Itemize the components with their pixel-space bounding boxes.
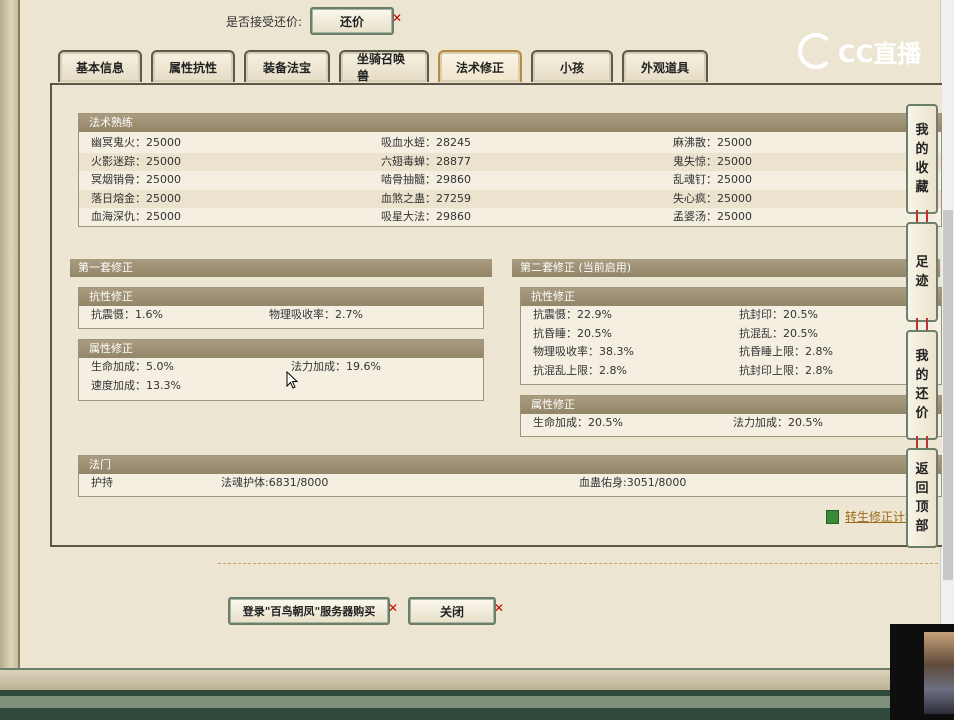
set1-attr-box: 属性修正 生命加成：5.0% 法力加成：19.6% 速度加成：13.3% [78, 339, 484, 401]
close-mark-icon: ✕ [493, 601, 504, 615]
skill-row: 冥烟销骨：25000 啮骨抽髓：29860 乱魂钉：25000 [91, 173, 752, 186]
tab-appearance[interactable]: 外观道具 [622, 50, 708, 82]
sidebar-connector [916, 318, 928, 330]
skill-row: 血海深仇：25000 吸星大法：29860 孟婆汤：25000 [91, 210, 752, 223]
set1-title: 第一套修正 [70, 259, 492, 277]
accept-bid-label: 是否接受还价: [226, 14, 303, 29]
mouse-cursor-icon [286, 371, 298, 389]
tab-spell-correction[interactable]: 法术修正 [438, 50, 522, 82]
close-mark-icon: ✕ [391, 11, 403, 25]
skill-row: 落日熔金：25000 血煞之蛊：27259 失心疯：25000 [79, 189, 941, 208]
tab-attributes[interactable]: 属性抗性 [151, 50, 235, 82]
frame-bottom-border [0, 668, 954, 692]
close-mark-icon: ✕ [387, 601, 398, 615]
set1-attr-row: 生命加成：5.0% 法力加成：19.6% [91, 360, 381, 373]
set2-resist-row: 抗震慑：22.9% 抗封印：20.5% [533, 308, 818, 321]
set2-attr-box: 属性修正 生命加成：20.5% 法力加成：20.5% [520, 395, 942, 437]
frame-left-border [0, 0, 20, 690]
rebirth-calc-link[interactable]: 转生修正计算 [826, 508, 909, 525]
tab-basic-info[interactable]: 基本信息 [58, 50, 142, 82]
skill-row: 幽冥鬼火：25000 吸血水蛭：28245 麻沸散：25000 [91, 136, 752, 149]
skill-proficiency-title: 法术熟练 [79, 114, 941, 132]
skill-row: 火影迷踪：25000 六翅毒蝉：28877 鬼失惊：25000 [79, 152, 941, 171]
set2-resist-row: 抗混乱上限：2.8% 抗封印上限：2.8% [533, 363, 833, 377]
set2-resist-title: 抗性修正 [521, 288, 941, 306]
tab-child[interactable]: 小孩 [531, 50, 613, 82]
divider [218, 563, 938, 564]
calculator-icon [826, 509, 839, 524]
accept-bid-row: 是否接受还价: 还价 ✕ [226, 7, 402, 35]
scrollbar[interactable] [940, 0, 954, 668]
back-to-top-button[interactable]: 返回顶部 [906, 448, 938, 548]
frame-bottom-band [0, 690, 954, 720]
cc-live-logo: CC直播 [798, 32, 921, 70]
set2-resist-box: 抗性修正 抗震慑：22.9% 抗封印：20.5% 抗昏睡：20.5% 抗混乱：20.… [520, 287, 942, 385]
set1-resist-row: 抗震慑：1.6% 物理吸收率：2.7% [91, 308, 363, 321]
set1-attr-title: 属性修正 [79, 340, 483, 358]
set2-attr-row: 生命加成：20.5% 法力加成：20.5% [533, 416, 823, 429]
sidebar-connector [916, 210, 928, 222]
tab-mounts-pets[interactable]: 坐骑召唤兽 [339, 50, 429, 83]
cc-logo-icon [798, 33, 834, 69]
set2-resist-row: 抗昏睡：20.5% 抗混乱：20.5% [533, 326, 818, 340]
tab-bar: 基本信息 属性抗性 装备法宝 坐骑召唤兽 法术修正 小孩 外观道具 [58, 50, 717, 83]
set2-attr-title: 属性修正 [521, 396, 941, 414]
famen-row: 护持 法魂护体:6831/8000 血蛊佑身:3051/8000 [91, 476, 687, 489]
login-buy-button[interactable]: 登录"百鸟朝凤"服务器购买 ✕ [228, 597, 398, 625]
tab-equipment[interactable]: 装备法宝 [244, 50, 330, 82]
scrollbar-thumb[interactable] [943, 210, 953, 580]
footprint-button[interactable]: 足迹 [906, 222, 938, 322]
set1-resist-title: 抗性修正 [79, 288, 483, 306]
sidebar-connector [916, 436, 928, 448]
set2-resist-row: 物理吸收率：38.3% 抗昏睡上限：2.8% [533, 345, 833, 358]
video-thumbnail [890, 624, 954, 720]
famen-box: 法门 护持 法魂护体:6831/8000 血蛊佑身:3051/8000 [78, 455, 942, 497]
bottom-actions: 登录"百鸟朝凤"服务器购买 ✕ 关闭 ✕ [228, 597, 504, 625]
spell-correction-panel: 法术熟练 幽冥鬼火：25000 吸血水蛭：28245 麻沸散：25000 火影迷踪：… [50, 83, 942, 547]
bid-button[interactable]: 还价 ✕ [310, 7, 402, 35]
bid-button-label: 还价 [340, 14, 365, 29]
set2-title: 第二套修正 (当前启用) [512, 259, 940, 277]
famen-title: 法门 [79, 456, 941, 474]
skill-proficiency-box: 法术熟练 幽冥鬼火：25000 吸血水蛭：28245 麻沸散：25000 火影迷踪：… [78, 113, 942, 227]
close-button[interactable]: 关闭 ✕ [408, 597, 504, 625]
my-bids-button[interactable]: 我的还价 [906, 330, 938, 440]
my-favorites-button[interactable]: 我的收藏 [906, 104, 938, 214]
set1-resist-box: 抗性修正 抗震慑：1.6% 物理吸收率：2.7% [78, 287, 484, 329]
set1-attr-row: 速度加成：13.3% [91, 378, 181, 392]
cc-logo-text: CC直播 [838, 39, 922, 68]
